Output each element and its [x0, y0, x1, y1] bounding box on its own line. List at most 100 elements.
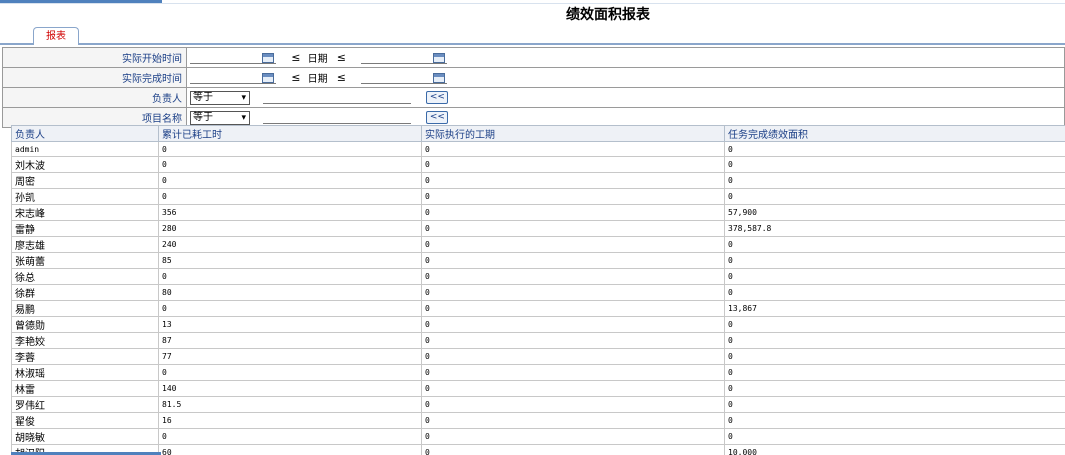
table-row[interactable]: 曾德勋 13 0 0	[11, 316, 1065, 334]
table-row[interactable]: 周密 0 0 0	[11, 172, 1065, 190]
cell-hours: 240	[158, 236, 422, 254]
table-row[interactable]: 翟俊 16 0 0	[11, 412, 1065, 430]
cell-duration: 0	[421, 236, 725, 254]
calendar-icon[interactable]	[433, 52, 446, 63]
cell-owner: admin	[11, 140, 159, 158]
cell-area: 0	[724, 348, 1065, 366]
cell-area: 0	[724, 236, 1065, 254]
cell-hours: 0	[158, 172, 422, 190]
cell-hours: 85	[158, 252, 422, 270]
table-row[interactable]: 胡汉阳60010,000	[11, 444, 1065, 455]
cell-owner: 翟俊	[11, 412, 159, 430]
cell-duration: 0	[421, 380, 725, 398]
cell-hours: 81.5	[158, 396, 422, 414]
table-row[interactable]: 孙凯 0 0 0	[11, 188, 1065, 206]
cell-owner: 罗伟红	[11, 396, 159, 414]
cell-hours: 0	[158, 188, 422, 206]
cell-hours: 0	[158, 268, 422, 286]
cell-owner: 徐总	[11, 268, 159, 286]
cell-owner: 曾德勋	[11, 316, 159, 334]
column-header-hours[interactable]: 累计已耗工时	[158, 125, 422, 142]
table-row[interactable]: 宋志峰 356 0 57,900	[11, 204, 1065, 222]
table-row[interactable]: 刘木波 0 0 0	[11, 156, 1065, 174]
cell-hours: 356	[158, 204, 422, 222]
cell-hours: 80	[158, 284, 422, 302]
cell-duration: 0	[421, 364, 725, 382]
less-equal-symbol: ≤	[291, 71, 301, 84]
start-time-label: 实际开始时间	[2, 47, 187, 68]
filter-row-start-time: 实际开始时间 ≤ 日期 ≤	[2, 47, 1065, 68]
owner-input[interactable]	[263, 92, 412, 104]
calendar-icon[interactable]	[262, 72, 274, 83]
cell-hours: 0	[158, 300, 422, 318]
cell-area: 0	[724, 188, 1065, 206]
table-row[interactable]: 张萌蕾 85 0 0	[11, 252, 1065, 270]
table-row[interactable]: 廖志雄 240 0 0	[11, 236, 1065, 254]
table-row[interactable]: 林雷 140 0 0	[11, 380, 1065, 398]
cell-area: 378,587.8	[724, 220, 1065, 238]
filter-row-owner: 负责人 等于 ▾ <<	[2, 87, 1065, 108]
cell-owner: 易鹏	[11, 300, 159, 318]
cell-duration: 0	[421, 188, 725, 206]
less-equal-symbol: ≤	[336, 71, 346, 84]
table-row[interactable]: admin 0 0 0	[11, 140, 1065, 158]
cell-area: 0	[724, 172, 1065, 190]
project-add-button[interactable]: <<	[426, 111, 449, 124]
filter-row-finish-time: 实际完成时间 ≤ 日期 ≤	[2, 67, 1065, 88]
cell-hours: 140	[158, 380, 422, 398]
cell-area: 0	[724, 156, 1065, 174]
tab-report[interactable]: 报表	[33, 27, 79, 45]
cell-hours: 13	[158, 316, 422, 334]
cell-area: 0	[724, 380, 1065, 398]
cell-area: 0	[724, 284, 1065, 302]
cell-hours: 60	[158, 444, 422, 455]
table-row[interactable]: 林淑瑶 0 0 0	[11, 364, 1065, 382]
cell-hours: 280	[158, 220, 422, 238]
cell-area: 0	[724, 332, 1065, 350]
column-header-owner[interactable]: 负责人	[11, 125, 159, 142]
cell-area: 13,867	[724, 300, 1065, 318]
table-row[interactable]: 徐总 0 0 0	[11, 268, 1065, 286]
cell-owner: 林雷	[11, 380, 159, 398]
less-equal-symbol: ≤	[291, 51, 301, 64]
column-header-area[interactable]: 任务完成绩效面积	[724, 125, 1065, 142]
finish-time-label: 实际完成时间	[2, 67, 187, 88]
table-header-row: 负责人 累计已耗工时 实际执行的工期 任务完成绩效面积	[11, 125, 1065, 142]
finish-time-controls: ≤ 日期 ≤	[186, 67, 1065, 88]
cell-area: 10,000	[724, 444, 1065, 455]
tab-bar: 报表	[0, 27, 1065, 45]
cell-duration: 0	[421, 140, 725, 158]
table-row[interactable]: 李蓉 77 0 0	[11, 348, 1065, 366]
cell-hours: 0	[158, 364, 422, 382]
cell-duration: 0	[421, 284, 725, 302]
table-row[interactable]: 罗伟红 81.5 0 0	[11, 396, 1065, 414]
cell-owner: 廖志雄	[11, 236, 159, 254]
table-row[interactable]: 李艳姣 87 0 0	[11, 332, 1065, 350]
date-word: 日期	[307, 74, 328, 85]
column-header-duration[interactable]: 实际执行的工期	[421, 125, 725, 142]
table-row[interactable]: 徐群 80 0 0	[11, 284, 1065, 302]
cell-owner: 胡晓敏	[11, 428, 159, 446]
table-row[interactable]: 雷静 280 0 378,587.8	[11, 220, 1065, 238]
cell-duration: 0	[421, 172, 725, 190]
cell-duration: 0	[421, 348, 725, 366]
calendar-icon[interactable]	[262, 52, 274, 63]
cell-area: 57,900	[724, 204, 1065, 222]
owner-add-button[interactable]: <<	[426, 91, 449, 104]
project-operator-value: 等于	[193, 111, 213, 123]
date-word: 日期	[307, 54, 328, 65]
cell-owner: 刘木波	[11, 156, 159, 174]
cell-duration: 0	[421, 444, 725, 455]
calendar-icon[interactable]	[433, 72, 446, 83]
owner-operator-select[interactable]: 等于 ▾	[190, 90, 250, 105]
project-input[interactable]	[263, 112, 412, 124]
cell-owner: 宋志峰	[11, 204, 159, 222]
table-row[interactable]: 易鹏 0 0 13,867	[11, 300, 1065, 318]
cell-hours: 0	[158, 428, 422, 446]
report-table: 负责人 累计已耗工时 实际执行的工期 任务完成绩效面积 admin 0 0 0 刘木波 0…	[11, 125, 1065, 455]
owner-operator-value: 等于	[193, 91, 213, 103]
cell-duration: 0	[421, 204, 725, 222]
table-row[interactable]: 胡晓敏 0 0 0	[11, 428, 1065, 446]
project-operator-select[interactable]: 等于 ▾	[190, 110, 250, 125]
cell-hours: 0	[158, 156, 422, 174]
